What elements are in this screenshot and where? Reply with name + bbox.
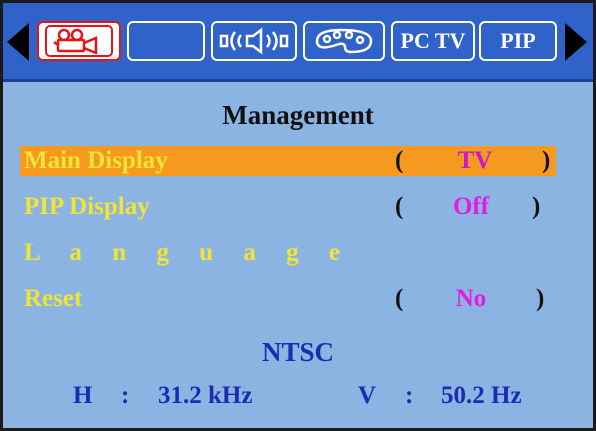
h-freq-label: H [73, 382, 93, 409]
menu-item-value: No [455, 285, 487, 312]
tab-sound[interactable] [211, 21, 297, 61]
tab-pc-tv[interactable]: PC TV [391, 21, 475, 61]
menu-item-main-display[interactable]: Main Display ( TV ) [20, 146, 556, 176]
h-freq-value: 31.2 kHz [158, 382, 253, 409]
tab-blank[interactable] [127, 21, 205, 61]
menu-item-value: TV [457, 147, 493, 174]
menu-item-language[interactable]: L a n g u a g e [20, 238, 556, 268]
menu-item-label: Reset [24, 285, 83, 312]
palette-icon [315, 28, 373, 54]
tab-picture[interactable] [37, 21, 121, 61]
tab-pc-tv-label: PC TV [400, 28, 466, 53]
scroll-right-arrow-icon[interactable] [565, 23, 587, 61]
page-title: Management [222, 100, 374, 130]
tab-pip[interactable]: PIP [479, 21, 557, 61]
menu-item-reset[interactable]: Reset ( No ) [20, 284, 556, 314]
tab-pip-label: PIP [500, 28, 536, 53]
menu-item-label: L a n g u a g e [24, 239, 352, 266]
close-paren: ) [532, 193, 541, 220]
v-freq-value: 50.2 Hz [441, 382, 522, 409]
menu-item-pip-display[interactable]: PIP Display ( Off ) [20, 192, 556, 222]
open-paren: ( [395, 193, 404, 220]
menu-item-label: PIP Display [24, 193, 150, 220]
tab-picture-frame [45, 25, 113, 57]
h-freq-separator: : [121, 382, 130, 409]
speaker-icon [219, 27, 289, 55]
v-freq-separator: : [405, 382, 414, 409]
signal-format: NTSC [261, 337, 335, 367]
osd-screen: PC TV PIP Management Main Display ( TV )… [0, 0, 596, 431]
menu-item-value: Off [452, 193, 490, 220]
close-paren: ) [536, 285, 545, 312]
menu-item-label: Main Display [24, 147, 168, 174]
menu-tab-bar: PC TV PIP [3, 3, 593, 82]
open-paren: ( [395, 285, 404, 312]
scroll-left-arrow-icon[interactable] [7, 23, 29, 61]
close-paren: ) [542, 147, 551, 174]
tab-color[interactable] [303, 21, 385, 61]
v-freq-label: V [358, 382, 377, 409]
video-camera-icon [53, 28, 98, 54]
open-paren: ( [395, 147, 404, 174]
